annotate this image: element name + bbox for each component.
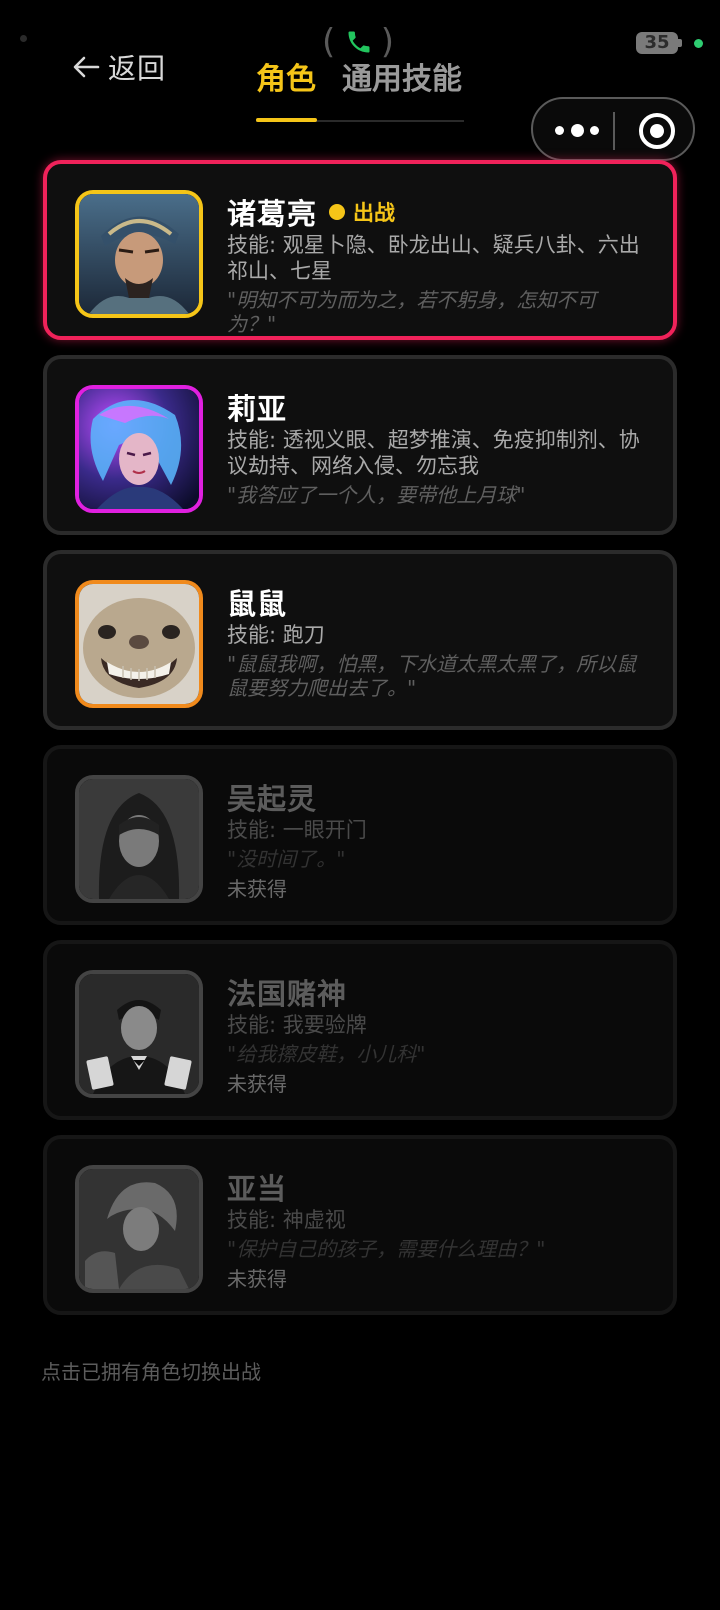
character-name: 莉亚 bbox=[227, 392, 288, 426]
character-avatar bbox=[75, 385, 203, 513]
character-info: 莉亚 技能: 透视义眼、超梦推演、免疫抑制剂、协议劫持、网络入侵、勿忘我 "我答… bbox=[227, 389, 645, 507]
hooded-figure-image bbox=[79, 779, 199, 899]
tab-characters[interactable]: 角色 bbox=[256, 58, 316, 102]
character-name: 吴起灵 bbox=[227, 782, 318, 816]
battery-level: 35 bbox=[644, 32, 670, 53]
cyber-girl-portrait-image bbox=[79, 389, 199, 509]
name-row: 诸葛亮 出战 bbox=[227, 194, 645, 231]
character-info: 吴起灵 技能: 一眼开门 "没时间了。" 未获得 bbox=[227, 779, 645, 902]
character-skills: 技能: 一眼开门 bbox=[227, 818, 367, 842]
character-card-liya[interactable]: 莉亚 技能: 透视义眼、超梦推演、免疫抑制剂、协议劫持、网络入侵、勿忘我 "我答… bbox=[43, 355, 677, 535]
character-info: 诸葛亮 出战 技能: 观星卜隐、卧龙出山、疑兵八卦、六出祁山、七星 "明知不可为… bbox=[227, 194, 645, 336]
character-name: 亚当 bbox=[227, 1172, 288, 1206]
role-select-screen: ( ) 35 返回 角色 通用技能 诸葛亮 出战 技能: 观星卜隐、卧龙出山、疑… bbox=[0, 0, 720, 1610]
character-quote: "我答应了一个人，要带他上月球" bbox=[227, 483, 526, 507]
call-bracket-left: ( bbox=[322, 22, 336, 62]
character-info: 亚当 技能: 神虚视 "保护自己的孩子，需要什么理由？" 未获得 bbox=[227, 1169, 645, 1292]
target-circle-icon[interactable] bbox=[639, 113, 675, 149]
character-info: 鼠鼠 技能: 跑刀 "鼠鼠我啊，怕黑，下水道太黑太黑了，所以鼠鼠要努力爬出去了。… bbox=[227, 584, 645, 700]
grinning-rodent-image bbox=[79, 584, 199, 704]
character-avatar bbox=[75, 775, 203, 903]
miniprogram-capsule bbox=[531, 97, 695, 161]
footer-hint: 点击已拥有角色切换出战 bbox=[41, 1360, 261, 1384]
fighter-portrait-image bbox=[79, 1169, 199, 1289]
phone-icon bbox=[348, 31, 370, 53]
character-name: 诸葛亮 bbox=[227, 197, 318, 231]
character-name: 法国赌神 bbox=[227, 977, 348, 1011]
name-row: 鼠鼠 bbox=[227, 584, 645, 621]
name-row: 法国赌神 bbox=[227, 974, 645, 1011]
locked-status: 未获得 bbox=[227, 1267, 287, 1291]
character-skills: 技能: 透视义眼、超梦推演、免疫抑制剂、协议劫持、网络入侵、勿忘我 bbox=[227, 428, 640, 478]
tab-common-skills[interactable]: 通用技能 bbox=[342, 58, 462, 102]
back-button[interactable]: 返回 bbox=[72, 46, 166, 88]
character-quote: "没时间了。" bbox=[227, 847, 346, 871]
character-avatar bbox=[75, 190, 203, 318]
character-card-wuqiling: 吴起灵 技能: 一眼开门 "没时间了。" 未获得 bbox=[43, 745, 677, 925]
name-row: 吴起灵 bbox=[227, 779, 645, 816]
character-avatar bbox=[75, 1165, 203, 1293]
more-dots-icon[interactable] bbox=[555, 117, 599, 143]
character-card-shushu[interactable]: 鼠鼠 技能: 跑刀 "鼠鼠我啊，怕黑，下水道太黑太黑了，所以鼠鼠要努力爬出去了。… bbox=[43, 550, 677, 730]
tab-bar: 角色 通用技能 bbox=[256, 58, 464, 122]
character-skills: 技能: 跑刀 bbox=[227, 623, 325, 647]
gambler-portrait-image bbox=[79, 974, 199, 1094]
character-card-adam: 亚当 技能: 神虚视 "保护自己的孩子，需要什么理由？" 未获得 bbox=[43, 1135, 677, 1315]
character-info: 法国赌神 技能: 我要验牌 "给我擦皮鞋，小儿科" 未获得 bbox=[227, 974, 645, 1097]
capsule-divider bbox=[613, 112, 615, 150]
character-skills: 技能: 神虚视 bbox=[227, 1208, 346, 1232]
privacy-indicator-dot bbox=[694, 39, 703, 48]
character-skills: 技能: 我要验牌 bbox=[227, 1013, 367, 1037]
battery-icon: 35 bbox=[636, 32, 682, 54]
battery-cap bbox=[678, 39, 682, 47]
deploy-badge: 出战 bbox=[329, 197, 395, 227]
character-skills: 技能: 观星卜隐、卧龙出山、疑兵八卦、六出祁山、七星 bbox=[227, 233, 640, 283]
character-card-zhugeliang[interactable]: 诸葛亮 出战 技能: 观星卜隐、卧龙出山、疑兵八卦、六出祁山、七星 "明知不可为… bbox=[43, 160, 677, 340]
deploy-label: 出战 bbox=[353, 201, 396, 225]
character-quote: "鼠鼠我啊，怕黑，下水道太黑太黑了，所以鼠鼠要努力爬出去了。" bbox=[227, 652, 637, 700]
name-row: 莉亚 bbox=[227, 389, 645, 426]
name-row: 亚当 bbox=[227, 1169, 645, 1206]
character-avatar bbox=[75, 970, 203, 1098]
locked-status: 未获得 bbox=[227, 877, 287, 901]
back-label: 返回 bbox=[108, 52, 167, 85]
deploy-dot-icon bbox=[329, 204, 346, 220]
call-bracket-right: ) bbox=[380, 22, 394, 62]
locked-status: 未获得 bbox=[227, 1072, 287, 1096]
ongoing-call-indicator[interactable]: ( ) bbox=[322, 22, 394, 62]
character-avatar bbox=[75, 580, 203, 708]
camera-dot bbox=[20, 35, 27, 42]
character-quote: "给我擦皮鞋，小儿科" bbox=[227, 1042, 426, 1066]
arrow-left-icon bbox=[73, 56, 100, 78]
character-quote: "明知不可为而为之，若不躬身，怎知不可为？" bbox=[227, 288, 597, 336]
character-quote: "保护自己的孩子，需要什么理由？" bbox=[227, 1237, 546, 1261]
active-tab-indicator bbox=[256, 118, 317, 122]
character-card-gambler: 法国赌神 技能: 我要验牌 "给我擦皮鞋，小儿科" 未获得 bbox=[43, 940, 677, 1120]
warrior-portrait-image bbox=[79, 194, 199, 314]
character-name: 鼠鼠 bbox=[227, 587, 288, 621]
